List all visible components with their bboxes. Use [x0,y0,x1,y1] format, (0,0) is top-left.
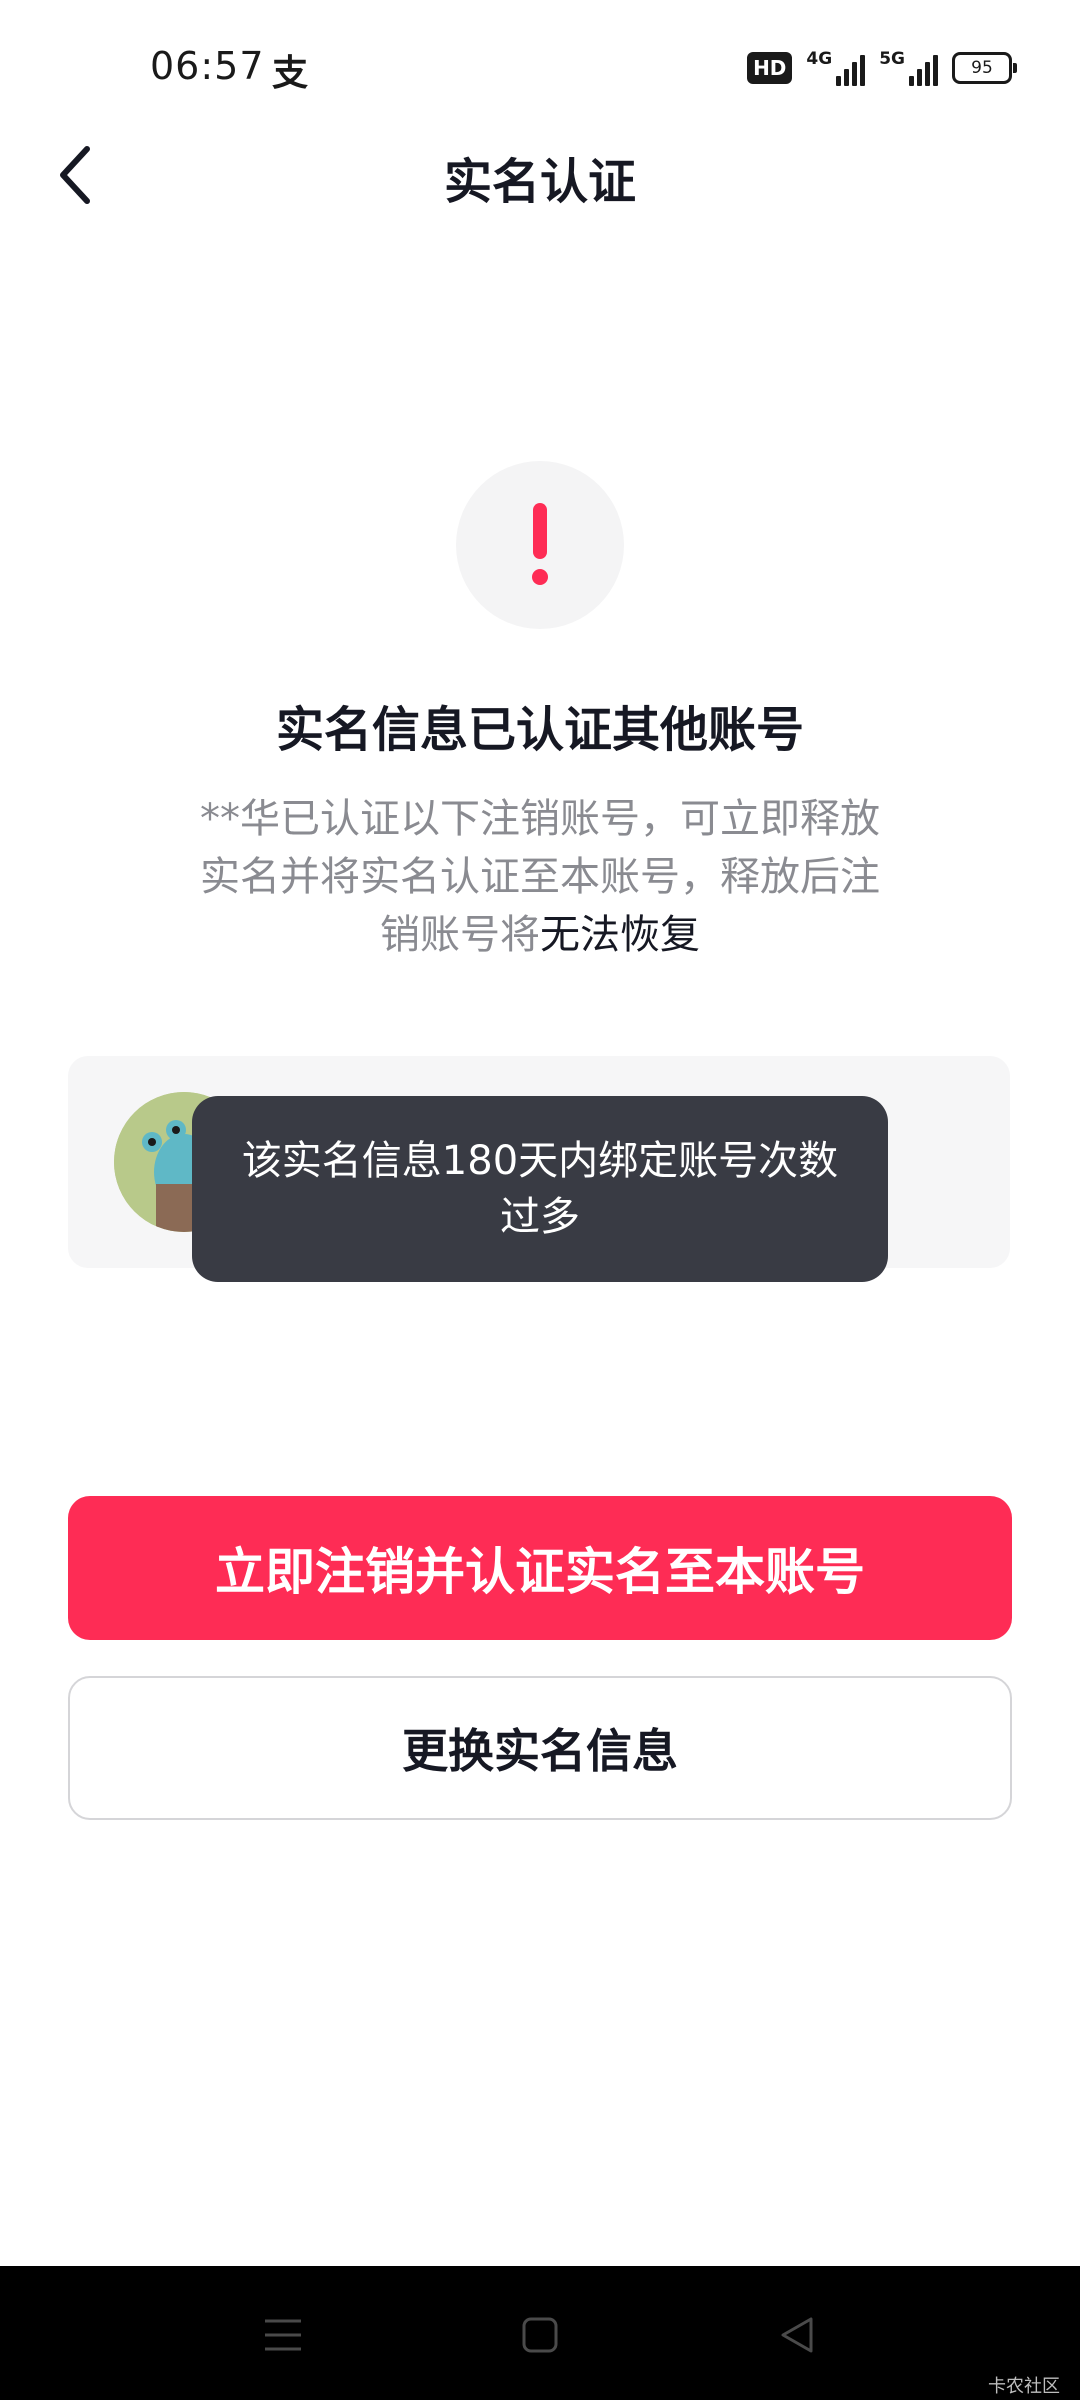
alipay-notification-icon: 支 [272,53,309,94]
page: 06:57 支 HD 4G 5G 95 实名认证 实名信息已认证其他账号 **华… [0,0,1080,2400]
home-square-icon [522,2317,558,2353]
toast-message: 该实名信息180天内绑定账号次数过多 [192,1096,888,1282]
status-bar: 06:57 支 HD 4G 5G 95 [0,0,1080,130]
status-time: 06:57 [150,44,265,88]
recent-apps-button[interactable] [248,2300,318,2370]
description-emphasis: 无法恢复 [540,912,700,958]
exclamation-icon [532,503,548,585]
system-nav-bar [0,2266,1080,2400]
hd-badge: HD [747,52,793,84]
change-identity-button[interactable]: 更换实名信息 [68,1676,1012,1820]
headline: 实名信息已认证其他账号 [275,702,804,758]
watermark: 卡农社区 [988,2376,1060,2397]
signal-5g-label: 5G [879,49,905,69]
signal-5g-icon: 5G [879,50,938,86]
deregister-and-verify-button[interactable]: 立即注销并认证实名至本账号 [68,1496,1012,1640]
page-title: 实名认证 [443,154,636,210]
home-button[interactable] [505,2300,575,2370]
status-icons: HD 4G 5G 95 [747,46,1017,90]
warning-badge [456,461,624,629]
battery-level: 95 [971,58,993,78]
battery-icon: 95 [952,52,1017,84]
system-back-button[interactable] [762,2300,832,2370]
header: 实名认证 [0,130,1080,220]
signal-4g-icon: 4G [806,49,866,86]
menu-icon [265,2319,301,2351]
back-triangle-icon [781,2317,813,2353]
description: **华已认证以下注销账号，可立即释放实名并将实名认证至本账号，释放后注销账号将无… [190,790,890,964]
signal-4g-label: 4G [806,49,833,69]
